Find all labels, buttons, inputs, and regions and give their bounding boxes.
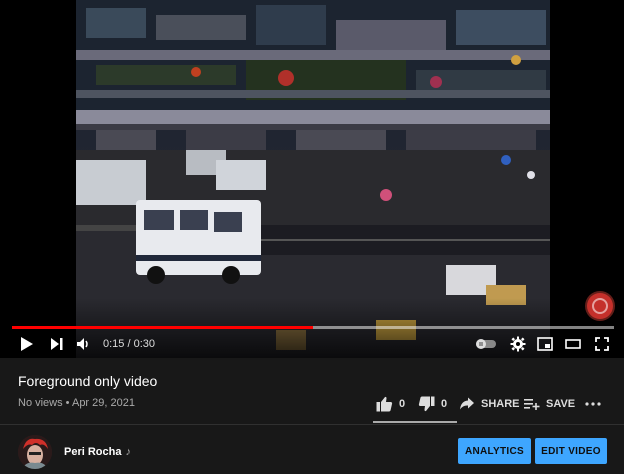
fullscreen-button[interactable] [592,334,612,354]
record-button[interactable] [587,293,613,319]
next-button[interactable] [48,334,66,354]
channel-avatar[interactable] [18,435,52,469]
progress-bar[interactable] [12,326,614,329]
video-player[interactable]: 0:15 / 0:30 [0,0,624,358]
fullscreen-icon [595,337,609,351]
share-label: SHARE [481,398,520,410]
gear-icon [510,336,526,352]
video-title: Foreground only video [18,373,158,389]
autoplay-toggle[interactable] [474,334,498,354]
more-actions-button[interactable] [585,394,601,414]
miniplayer-icon [537,337,553,351]
skip-next-icon [51,338,63,350]
music-note-icon: ♪ [125,446,131,458]
play-button[interactable] [18,334,36,354]
analytics-button[interactable]: ANALYTICS [458,438,531,464]
record-icon [592,298,608,314]
like-button[interactable]: 0 [376,394,405,414]
edit-video-button[interactable]: EDIT VIDEO [535,438,607,464]
ratio-fill [373,421,457,423]
dislike-button[interactable]: 0 [418,394,447,414]
video-meta: No views • Apr 29, 2021 [18,397,135,409]
share-icon [460,397,474,410]
thumbs-down-icon [418,396,435,412]
toggle-icon [476,339,496,349]
progress-played [12,326,313,329]
channel-name[interactable]: Peri Rocha ♪ [64,446,131,458]
settings-button[interactable] [508,334,528,354]
more-horizontal-icon [585,402,601,406]
play-icon [21,337,33,351]
time-display: 0:15 / 0:30 [103,338,155,350]
channel-name-text: Peri Rocha [64,446,122,458]
volume-icon [77,338,88,350]
share-button[interactable]: SHARE [459,394,520,414]
theater-mode-button[interactable] [563,334,583,354]
theater-icon [565,339,581,349]
playlist-add-icon [524,399,540,410]
thumbs-up-icon [376,396,393,412]
save-button[interactable]: SAVE [524,394,575,414]
volume-button[interactable] [74,334,94,354]
section-divider [0,424,624,425]
miniplayer-button[interactable] [535,334,555,354]
like-count: 0 [399,398,406,410]
avatar-image [18,435,52,469]
like-dislike-ratio-bar [373,421,457,423]
save-label: SAVE [546,398,576,410]
dislike-count: 0 [441,398,448,410]
